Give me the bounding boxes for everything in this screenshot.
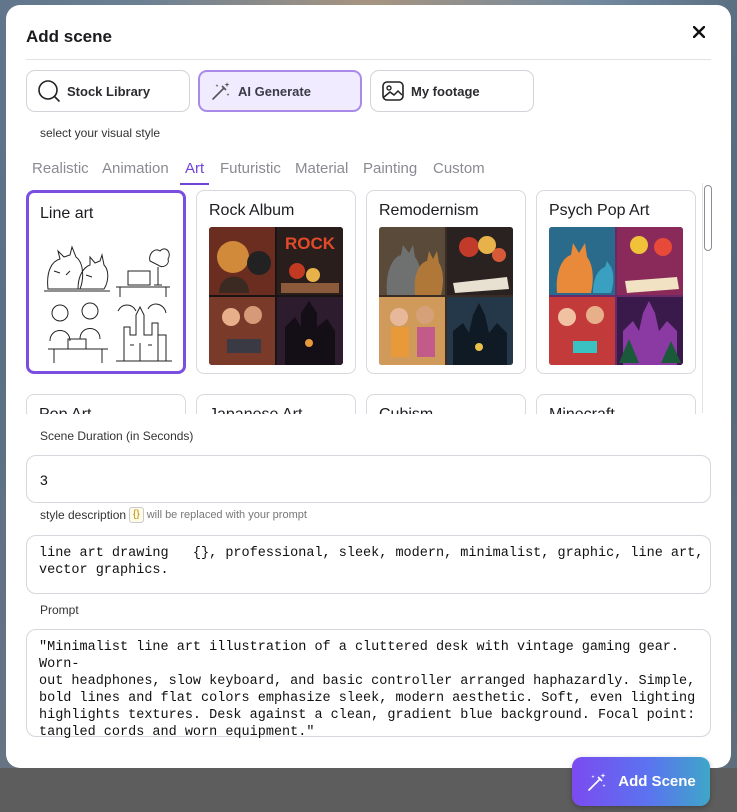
- prompt-label: Prompt: [40, 603, 79, 617]
- close-button[interactable]: [688, 21, 710, 43]
- rock-album-thumbnail: ROCK: [209, 227, 343, 365]
- magic-wand-icon: [212, 82, 230, 100]
- placeholder-chip: {}: [129, 507, 144, 523]
- tab-art[interactable]: Art: [180, 153, 210, 185]
- modal-title: Add scene: [26, 27, 112, 46]
- image-icon: [382, 81, 404, 101]
- ai-generate-button[interactable]: AI Generate: [198, 70, 362, 112]
- ai-generate-label: AI Generate: [238, 83, 311, 99]
- style-description-label-row: style description {} will be replaced wi…: [40, 507, 307, 523]
- remodernism-thumbnail: [379, 227, 513, 365]
- rock-word: ROCK: [285, 234, 336, 253]
- duration-field[interactable]: 3: [26, 455, 711, 503]
- stock-library-button[interactable]: Stock Library: [26, 70, 190, 112]
- title-divider: [26, 59, 711, 60]
- add-scene-modal: Add scene Stock Library AI Generate My f…: [6, 5, 731, 768]
- style-caption: select your visual style: [40, 126, 161, 140]
- style-card-label: Pop Art: [39, 406, 91, 414]
- style-description-label: style description: [40, 508, 127, 522]
- style-card-cubism[interactable]: Cubism: [366, 394, 526, 414]
- style-card-label: Psych Pop Art: [549, 202, 650, 219]
- search-icon: [38, 80, 60, 102]
- style-card-japanese-art[interactable]: Japanese Art: [196, 394, 356, 414]
- scrollbar-thumb[interactable]: [704, 185, 712, 251]
- my-footage-button[interactable]: My footage: [370, 70, 534, 112]
- placeholder-hint: will be replaced with your prompt: [146, 509, 307, 521]
- style-card-label: Rock Album: [209, 202, 295, 219]
- style-card-label: Japanese Art: [209, 406, 302, 414]
- my-footage-label: My footage: [411, 83, 480, 99]
- magic-wand-icon: [588, 772, 606, 791]
- style-card-remodernism[interactable]: Remodernism: [366, 190, 526, 374]
- style-card-pop-art[interactable]: Pop Art: [26, 394, 186, 414]
- close-icon: [693, 26, 705, 38]
- style-card-minecraft[interactable]: Minecraft: [536, 394, 696, 414]
- add-scene-button[interactable]: Add Scene: [572, 757, 710, 806]
- duration-value: 3: [40, 472, 48, 488]
- style-card-psych-pop-art[interactable]: Psych Pop Art: [536, 190, 696, 374]
- tab-animation[interactable]: Animation: [102, 153, 169, 185]
- tab-material[interactable]: Material: [295, 153, 348, 185]
- style-card-label: Minecraft: [549, 406, 615, 414]
- style-card-label: Cubism: [379, 406, 433, 414]
- tab-painting[interactable]: Painting: [363, 153, 417, 185]
- style-description-value: line art drawing {}, professional, sleek…: [39, 546, 704, 578]
- style-grid: Line art Rock Album ROCK Remodernism Psy…: [26, 187, 714, 414]
- psych-pop-art-thumbnail: [549, 227, 683, 365]
- prompt-value: "Minimalist line art illustration of a c…: [39, 640, 696, 740]
- add-scene-label: Add Scene: [618, 773, 696, 790]
- style-card-label: Line art: [40, 205, 94, 222]
- style-card-line-art[interactable]: Line art: [26, 190, 186, 374]
- stock-library-label: Stock Library: [67, 83, 151, 99]
- duration-label: Scene Duration (in Seconds): [40, 429, 194, 443]
- prompt-field[interactable]: "Minimalist line art illustration of a c…: [26, 629, 711, 740]
- tab-realistic[interactable]: Realistic: [32, 153, 89, 185]
- style-description-field[interactable]: line art drawing {}, professional, sleek…: [26, 535, 711, 594]
- style-card-rock-album[interactable]: Rock Album ROCK: [196, 190, 356, 374]
- style-grid-scrollbar[interactable]: [702, 183, 712, 413]
- line-art-thumbnail: [40, 231, 174, 369]
- tab-futuristic[interactable]: Futuristic: [220, 153, 281, 185]
- tab-custom[interactable]: Custom: [433, 153, 485, 185]
- style-card-label: Remodernism: [379, 202, 479, 219]
